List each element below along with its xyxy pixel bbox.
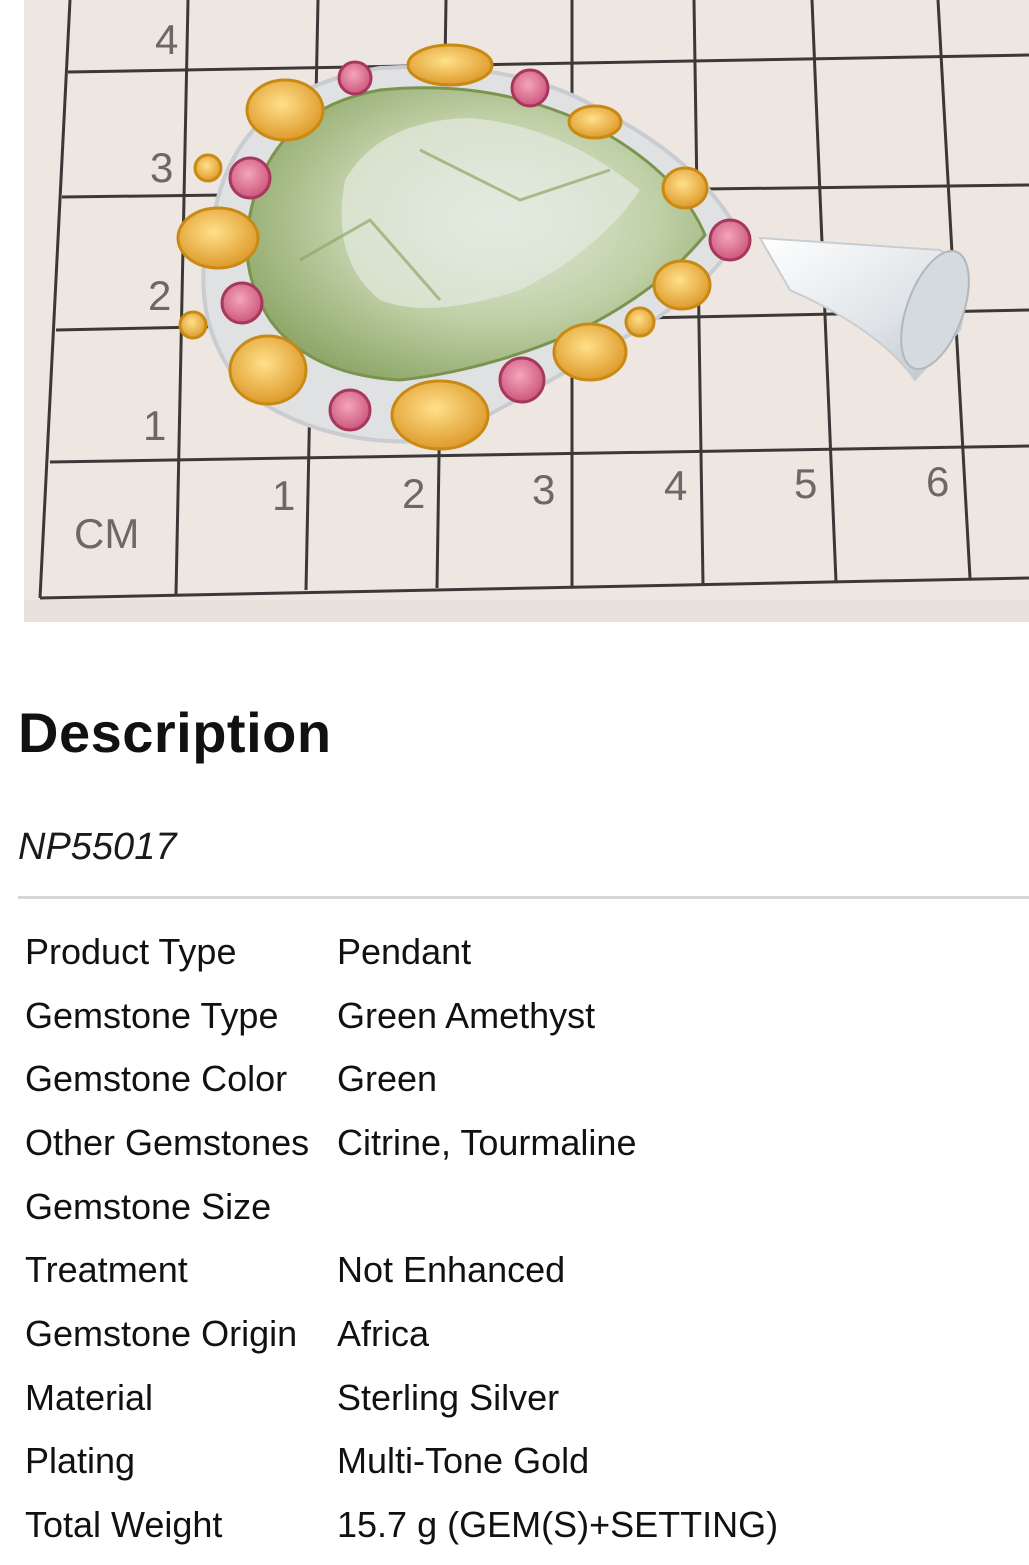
product-sku: NP55017 [18, 826, 177, 868]
spec-row: Treatment Not Enhanced [25, 1238, 1025, 1302]
spec-row: Gemstone Origin Africa [25, 1302, 1025, 1366]
spec-label: Gemstone Size [25, 1185, 272, 1227]
spec-value: 15.7 g (GEM(S)+SETTING) [337, 1504, 779, 1546]
spec-label: Treatment [25, 1249, 188, 1291]
x-tick-label: 6 [926, 458, 949, 505]
x-tick-label: 5 [794, 460, 817, 507]
spec-label: Material [25, 1376, 154, 1418]
spec-value: Green [337, 1058, 438, 1100]
spec-value: Africa [337, 1312, 430, 1354]
product-photo: CM 1 2 3 4 5 6 4 3 2 1 [0, 0, 1029, 625]
x-tick-label: 3 [532, 466, 555, 513]
x-tick-label: 4 [664, 462, 687, 509]
spec-label: Product Type [25, 930, 237, 972]
spec-label: Total Weight [25, 1504, 223, 1546]
spec-row: Total Weight 15.7 g (GEM(S)+SETTING) [25, 1493, 1025, 1557]
spec-label: Gemstone Type [25, 994, 279, 1036]
spec-row: Product Type Pendant [25, 920, 1025, 984]
spec-row: Material Sterling Silver [25, 1366, 1025, 1430]
spec-row: Gemstone Type Green Amethyst [25, 984, 1025, 1048]
x-tick-label: 1 [272, 472, 295, 519]
spec-label: Gemstone Color [25, 1058, 288, 1100]
product-specs-table: Product Type Pendant Gemstone Type Green… [25, 920, 1025, 1557]
spec-value [337, 1175, 1025, 1239]
y-tick-label: 4 [155, 16, 178, 63]
spec-value: Citrine, Tourmaline [337, 1121, 637, 1163]
spec-value: Green Amethyst [337, 994, 596, 1036]
spec-label: Plating [25, 1440, 136, 1482]
spec-label: Gemstone Origin [25, 1312, 298, 1354]
spec-row: Gemstone Size [25, 1175, 1025, 1239]
spec-row: Plating Multi-Tone Gold [25, 1430, 1025, 1494]
spec-value: Multi-Tone Gold [337, 1440, 590, 1482]
spec-row: Gemstone Color Green [25, 1047, 1025, 1111]
pendant-on-cm-grid-image: CM 1 2 3 4 5 6 4 3 2 1 [24, 0, 1029, 622]
spec-value: Not Enhanced [337, 1249, 566, 1291]
divider [18, 896, 1029, 899]
ruler-unit-label: CM [74, 510, 139, 557]
spec-value: Pendant [337, 930, 472, 972]
spec-label: Other Gemstones [25, 1121, 310, 1163]
y-tick-label: 2 [148, 272, 171, 319]
spec-value: Sterling Silver [337, 1376, 560, 1418]
y-tick-label: 1 [143, 402, 166, 449]
y-tick-label: 3 [150, 144, 173, 191]
spec-row: Other Gemstones Citrine, Tourmaline [25, 1111, 1025, 1175]
x-tick-label: 2 [402, 470, 425, 517]
description-heading: Description [18, 701, 332, 764]
